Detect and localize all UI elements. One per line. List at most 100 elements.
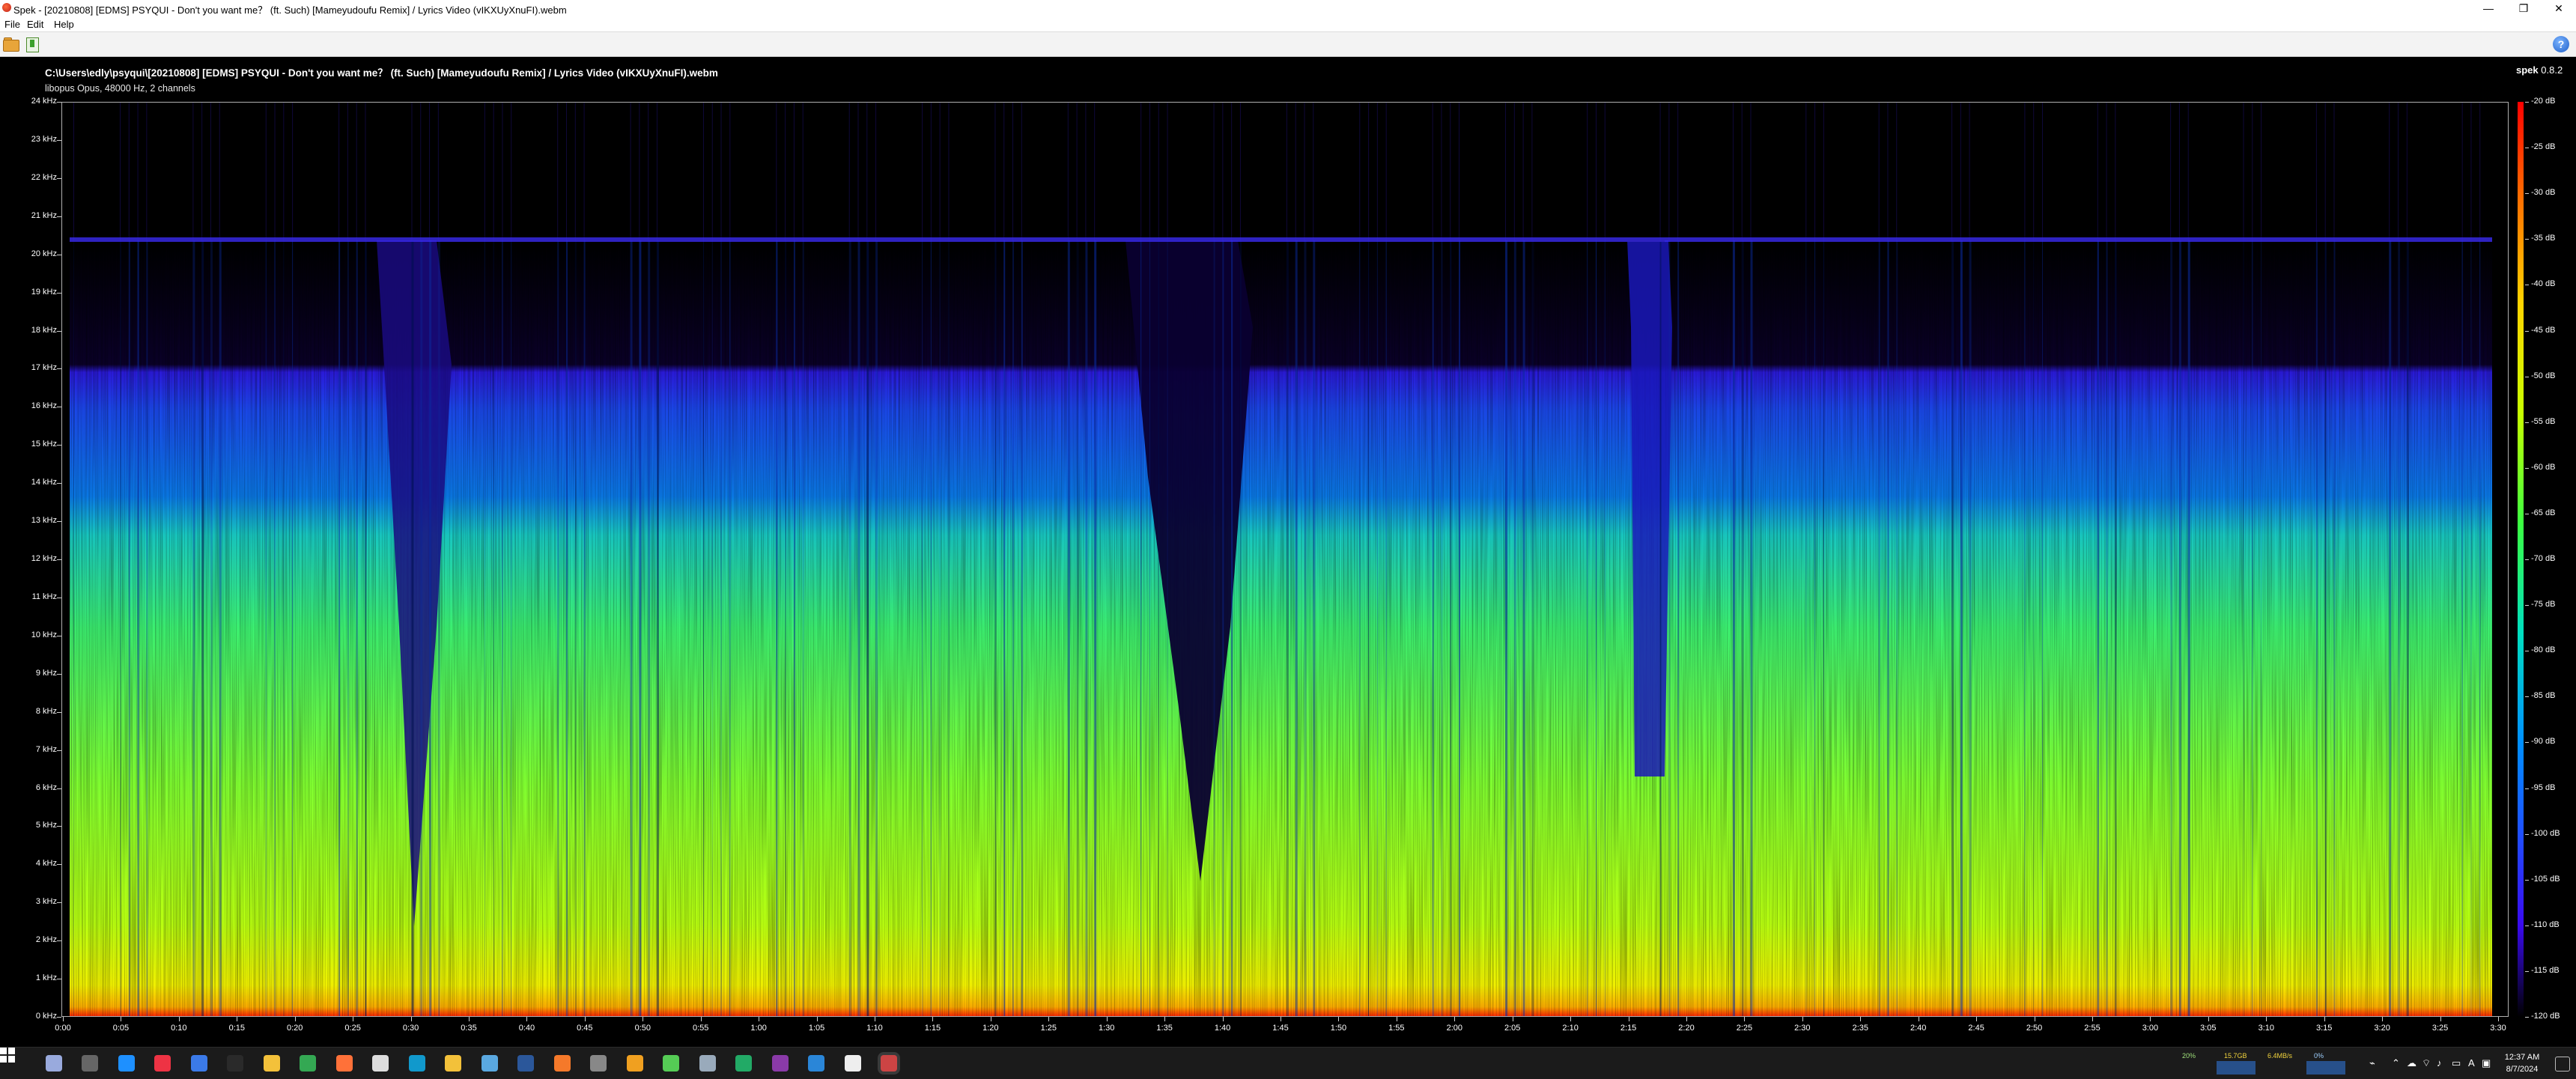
spectrum-streak — [711, 240, 713, 1016]
x-tick — [932, 1017, 934, 1021]
app-cyan-icon[interactable] — [408, 1055, 425, 1072]
blender-icon[interactable] — [553, 1055, 571, 1072]
restore-button[interactable]: ❐ — [2506, 0, 2541, 16]
db-tick — [2525, 467, 2529, 469]
calculator-icon[interactable] — [735, 1055, 752, 1072]
help-about-icon[interactable]: ? — [2553, 36, 2569, 52]
start-icon[interactable] — [0, 1048, 15, 1063]
chrome-icon[interactable] — [300, 1055, 316, 1072]
x-tick-label: 0:15 — [228, 1024, 245, 1033]
cortana-icon[interactable] — [118, 1055, 135, 1072]
y-tick-label: 23 kHz — [31, 134, 57, 144]
spectrum-streak — [583, 240, 586, 1016]
high-freq-streak — [283, 103, 285, 240]
x-tick-label: 2:45 — [1968, 1024, 1984, 1033]
spectrum-streak — [1505, 240, 1508, 1016]
high-freq-streak — [1732, 103, 1734, 240]
drive-icon[interactable] — [699, 1055, 716, 1072]
x-tick-label: 2:05 — [1504, 1024, 1521, 1033]
high-freq-streak — [210, 103, 211, 240]
db-tick-label: -95 dB — [2531, 782, 2556, 792]
y-tick — [57, 177, 61, 179]
high-freq-streak — [1522, 103, 1524, 240]
task-view-icon[interactable] — [82, 1055, 98, 1072]
display-tray-icon[interactable]: ▣ — [2482, 1057, 2491, 1069]
window-title: Spek - [20210808] [EDMS] PSYQUI - Don't … — [13, 4, 567, 16]
language-tray-icon[interactable]: A — [2468, 1057, 2475, 1069]
window-icon[interactable] — [844, 1055, 861, 1072]
x-tick — [2440, 1017, 2441, 1021]
volume-tray-icon[interactable]: ♪ — [2437, 1057, 2442, 1069]
y-tick-label: 1 kHz — [35, 973, 57, 983]
spectrum-streak — [1222, 240, 1224, 1016]
y-tick — [57, 139, 61, 141]
spectrum-streak — [2333, 240, 2336, 1016]
audio-info: libopus Opus, 48000 Hz, 2 channels — [45, 83, 195, 94]
explorer-icon[interactable] — [263, 1055, 280, 1072]
battery-tray-icon[interactable]: ▭ — [2452, 1057, 2461, 1069]
word-icon[interactable] — [517, 1055, 534, 1072]
spectrum-streak — [1313, 240, 1316, 1016]
save-icon[interactable] — [24, 37, 40, 52]
spectrum-streak — [356, 240, 358, 1016]
high-freq-streak — [2315, 103, 2317, 240]
terminal-icon[interactable] — [227, 1055, 243, 1072]
db-tick-label: -120 dB — [2531, 1012, 2560, 1021]
toolbar: ? — [0, 31, 2576, 57]
search-icon[interactable] — [45, 1055, 62, 1072]
spectrum-streak — [493, 240, 494, 1016]
high-freq-streak — [1513, 103, 1515, 240]
minimize-button[interactable]: — — [2471, 0, 2506, 16]
spectrum-streak — [146, 240, 148, 1016]
y-tick — [57, 711, 61, 713]
spectrum-streak — [639, 240, 642, 1016]
db-tick-label: -115 dB — [2531, 965, 2560, 975]
menu-help[interactable]: Help — [54, 19, 74, 30]
notification-icon[interactable] — [2555, 1057, 2570, 1072]
high-freq-streak — [1239, 103, 1241, 240]
y-tick — [57, 483, 61, 484]
spek-icon[interactable] — [881, 1055, 897, 1072]
vscode-icon[interactable] — [808, 1055, 824, 1072]
firefox-icon[interactable] — [335, 1055, 353, 1072]
spectrum-streak — [484, 240, 485, 1016]
settings-icon[interactable] — [590, 1055, 607, 1072]
high-freq-streak — [1969, 103, 1970, 240]
wifi-tray-icon[interactable]: ⌔ — [2422, 1057, 2431, 1069]
high-freq-streak — [1505, 103, 1507, 240]
app-red-icon[interactable] — [154, 1055, 171, 1072]
high-freq-streak — [146, 103, 148, 240]
folder-icon[interactable] — [445, 1055, 461, 1072]
high-freq-streak — [2187, 103, 2189, 240]
db-tick-label: -70 dB — [2531, 554, 2556, 563]
spectrum-streak — [2470, 240, 2472, 1016]
x-tick-label: 1:30 — [1098, 1024, 1115, 1033]
notes-icon[interactable] — [663, 1055, 679, 1072]
high-freq-streak — [2024, 103, 2026, 240]
onedrive-tray-icon[interactable]: ☁ — [2407, 1057, 2416, 1069]
spectrum-streak — [939, 240, 941, 1016]
spek-app-icon — [2, 3, 11, 12]
cutoff-edge — [70, 237, 2492, 242]
high-freq-streak — [2252, 103, 2253, 240]
menu-edit[interactable]: Edit — [27, 19, 43, 30]
obs-icon[interactable] — [771, 1055, 789, 1072]
high-freq-streak — [1295, 103, 1296, 240]
unity-icon[interactable] — [372, 1055, 389, 1072]
db-tick-label: -85 dB — [2531, 691, 2556, 701]
app-blue-icon[interactable] — [190, 1055, 207, 1072]
chevron-up-icon[interactable]: ⌃ — [2392, 1057, 2400, 1069]
close-button[interactable]: ✕ — [2542, 0, 2576, 16]
x-tick-label: 3:10 — [2258, 1024, 2274, 1033]
spectrum-streak — [2033, 240, 2035, 1016]
network-tray-icon[interactable]: ⌁ — [2369, 1057, 2375, 1069]
high-freq-streak — [292, 103, 294, 240]
brand-version: 0.8.2 — [2541, 64, 2563, 76]
taskbar-clock[interactable]: 12:37 AM 8/7/2024 — [2492, 1051, 2552, 1075]
search-tool-icon[interactable] — [626, 1055, 643, 1072]
notepad-icon[interactable] — [481, 1055, 498, 1072]
db-tick — [2525, 742, 2529, 744]
folder-open-icon[interactable] — [2, 37, 19, 52]
menu-file[interactable]: File — [4, 19, 20, 30]
perf-ram: 15.7GB — [2224, 1052, 2247, 1060]
